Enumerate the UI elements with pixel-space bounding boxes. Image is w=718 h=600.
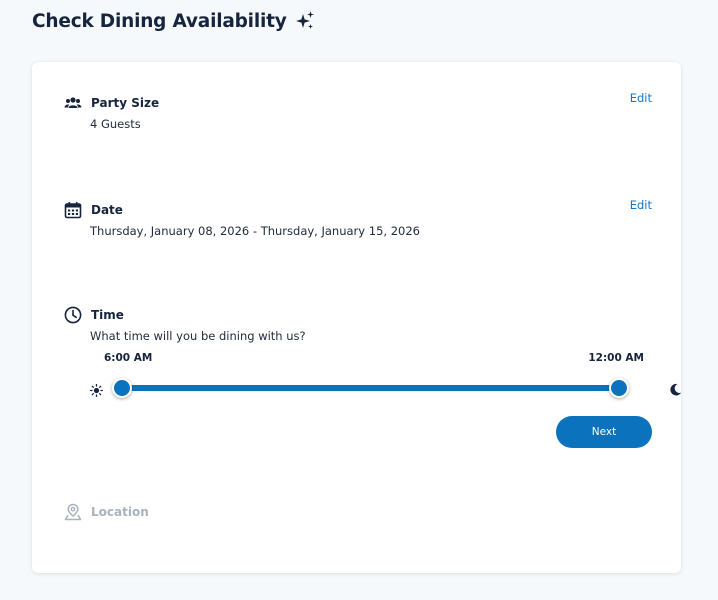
slider-end-handle[interactable] <box>609 378 629 398</box>
location-section: Location <box>64 503 652 521</box>
date-header: Date <box>64 201 652 219</box>
location-header: Location <box>64 503 652 521</box>
moon-icon <box>669 381 682 396</box>
time-end-label: 12:00 AM <box>588 352 644 364</box>
date-title: Date <box>91 203 123 217</box>
time-section: Time What time will you be dining with u… <box>64 306 682 448</box>
slider-start-handle[interactable] <box>112 378 132 398</box>
availability-card: Party Size 4 Guests Edit Date Thursday, … <box>32 62 682 573</box>
edit-date-link[interactable]: Edit <box>630 198 652 212</box>
edit-party-size-link[interactable]: Edit <box>630 91 652 105</box>
time-prompt: What time will you be dining with us? <box>90 329 306 343</box>
party-size-title: Party Size <box>91 96 160 110</box>
party-size-header: Party Size <box>64 94 652 112</box>
page-header: Check Dining Availability <box>32 10 315 32</box>
calendar-icon <box>64 201 82 219</box>
next-button[interactable]: Next <box>556 416 652 448</box>
sun-icon <box>89 382 104 398</box>
date-section: Date Thursday, January 08, 2026 - Thursd… <box>64 198 652 238</box>
time-range-slider[interactable] <box>88 376 682 400</box>
time-start-label: 6:00 AM <box>104 352 153 364</box>
page-title: Check Dining Availability <box>32 10 287 32</box>
date-value: Thursday, January 08, 2026 - Thursday, J… <box>90 224 420 238</box>
group-icon <box>64 94 82 112</box>
map-pin-icon <box>64 503 82 521</box>
time-title: Time <box>91 308 124 322</box>
clock-icon <box>64 306 82 324</box>
sparkle-icon <box>295 10 315 32</box>
party-size-value: 4 Guests <box>90 117 141 131</box>
slider-track[interactable] <box>122 385 618 391</box>
location-title: Location <box>91 505 149 519</box>
time-header: Time <box>64 306 652 324</box>
party-size-section: Party Size 4 Guests Edit <box>64 91 652 131</box>
